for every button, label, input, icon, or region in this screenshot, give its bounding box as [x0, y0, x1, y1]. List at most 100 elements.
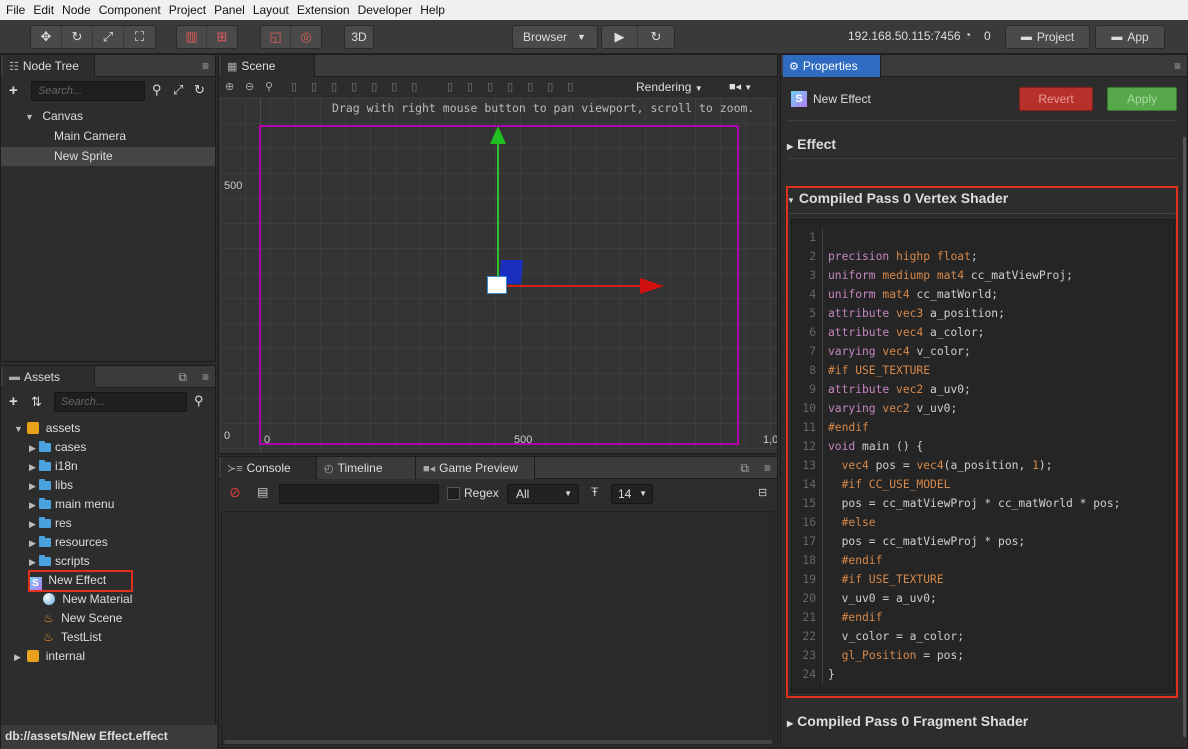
menu-item-project[interactable]: Project — [165, 0, 210, 20]
asset-file-testlist[interactable]: ♨ TestList — [1, 628, 215, 647]
tab-assets[interactable]: ▬ Assets — [3, 366, 95, 388]
rotate-tool-icon[interactable]: ↻ — [62, 26, 93, 48]
y-axis-arrow-icon[interactable] — [490, 126, 506, 144]
menu-item-component[interactable]: Component — [95, 0, 165, 20]
distribute-tools-icon[interactable]: ▯▯▯▯▯▯▯ — [447, 80, 587, 93]
panel-menu-icon[interactable]: ≡ — [764, 461, 771, 475]
tab-properties[interactable]: ⚙ Properties — [783, 55, 881, 77]
asset-folder-scripts[interactable]: ▶ scripts — [1, 552, 215, 571]
asset-file-new-material[interactable]: New Material — [1, 590, 215, 609]
align-tools-icon[interactable]: ▯▯▯▯▯▯▯ — [291, 80, 431, 93]
menu-item-node[interactable]: Node — [58, 0, 95, 20]
asset-search-input[interactable]: Search... — [54, 392, 187, 412]
camera-icon[interactable]: ■◂ ▼ — [729, 80, 752, 93]
add-node-icon[interactable]: + — [9, 82, 18, 99]
clear-console-icon[interactable]: ⊘ — [229, 484, 241, 501]
add-asset-icon[interactable]: + — [9, 393, 18, 410]
vertex-shader-code[interactable]: 1 2 precision highp float; 3 uniform mediump… — [791, 219, 1175, 693]
move-tool-icon[interactable]: ✥ — [31, 26, 62, 48]
properties-scrollbar[interactable] — [1183, 137, 1186, 737]
line-number: 9 — [809, 383, 816, 396]
gizmo-icon[interactable]: ◎ — [291, 26, 321, 48]
tab-scene[interactable]: ▦ Scene — [221, 55, 315, 77]
tab-game-preview[interactable]: ■◂ Game Preview — [417, 457, 535, 479]
font-size-select[interactable]: 14 ▼ — [611, 484, 653, 504]
expand-icon[interactable]: ⤢ — [173, 82, 183, 98]
open-app-button[interactable]: ▬ App — [1095, 25, 1165, 49]
divider — [787, 158, 1177, 159]
tree-item-main-camera[interactable]: Main Camera — [1, 127, 215, 146]
node-search-input[interactable]: Search... — [31, 81, 145, 101]
scale-tool-icon[interactable]: ⤢ — [93, 26, 124, 48]
asset-root-internal[interactable]: ▶ internal — [1, 647, 215, 666]
regex-checkbox[interactable] — [447, 487, 460, 500]
asset-file-new-scene[interactable]: ♨ New Scene — [1, 609, 215, 628]
popout-icon[interactable]: ⧉ — [178, 370, 187, 385]
menu-item-developer[interactable]: Developer — [354, 0, 417, 20]
zoom-in-icon[interactable]: ⊕ — [225, 80, 234, 93]
apply-button[interactable]: Apply — [1107, 87, 1177, 111]
asset-folder-libs[interactable]: ▶ libs — [1, 476, 215, 495]
local-icon[interactable]: ⊞ — [207, 26, 237, 48]
console-filter-input[interactable] — [279, 484, 439, 504]
section-fragment[interactable]: ▶ Compiled Pass 0 Fragment Shader — [787, 709, 1028, 733]
tree-item-canvas[interactable]: ▼ Canvas — [1, 107, 215, 126]
pivot-icon[interactable]: ▥ — [177, 26, 208, 48]
sort-icon[interactable]: ⇅ — [31, 394, 42, 410]
menu-item-edit[interactable]: Edit — [29, 0, 58, 20]
asset-folder-resources[interactable]: ▶ resources — [1, 533, 215, 552]
panel-menu-icon[interactable]: ≡ — [202, 59, 209, 73]
tab-node-tree[interactable]: ☷ Node Tree — [3, 55, 95, 77]
asset-folder-main-menu[interactable]: ▶ main menu — [1, 495, 215, 514]
rect-tool-icon[interactable]: ⛶ — [124, 26, 155, 48]
menu-item-panel[interactable]: Panel — [210, 0, 249, 20]
search-icon[interactable]: ⚲ — [194, 393, 204, 409]
scene-viewport[interactable]: Drag with right mouse button to pan view… — [220, 98, 777, 453]
menu-item-layout[interactable]: Layout — [249, 0, 293, 20]
mode-3d-button[interactable]: 3D — [344, 25, 374, 49]
menu-bar: File Edit Node Component Project Panel Layout E… — [0, 0, 1188, 20]
section-vertex-label: Compiled Pass 0 Vertex Shader — [798, 190, 1009, 206]
snap-icon[interactable]: ◱ — [261, 26, 292, 48]
section-effect[interactable]: ▶ Effect — [787, 132, 836, 156]
x-axis-arrow-icon[interactable] — [640, 278, 664, 294]
asset-folder-cases[interactable]: ▶ cases — [1, 438, 215, 457]
menu-item-file[interactable]: File — [2, 0, 29, 20]
code-line: attribute vec3 a_position; — [828, 307, 1005, 320]
line-number: 24 — [802, 668, 816, 681]
asset-folder-i18n[interactable]: ▶ i18n — [1, 457, 215, 476]
line-number: 2 — [809, 250, 816, 263]
code-line: } — [828, 668, 835, 681]
refresh-icon[interactable]: ↻ — [194, 82, 205, 98]
open-project-button[interactable]: ▬ Project — [1005, 25, 1090, 49]
menu-item-help[interactable]: Help — [416, 0, 449, 20]
y-axis-handle[interactable] — [497, 138, 499, 288]
asset-folder-res[interactable]: ▶ res — [1, 514, 215, 533]
open-log-icon[interactable]: ▤ — [257, 485, 268, 499]
collapse-icon[interactable]: ⊟ — [758, 486, 767, 499]
preview-platform-select[interactable]: Browser ▼ — [512, 25, 598, 49]
properties-tab-label: Properties — [802, 59, 858, 73]
asset-root-assets[interactable]: ▼ assets — [1, 419, 215, 438]
zoom-out-icon[interactable]: ⊖ — [245, 80, 254, 93]
revert-button[interactable]: Revert — [1019, 87, 1093, 111]
refresh-icon[interactable]: ↻ — [638, 26, 674, 48]
x-axis-handle[interactable] — [498, 285, 643, 287]
section-vertex-header[interactable]: ▼ Compiled Pass 0 Vertex Shader — [787, 186, 1008, 210]
panel-menu-icon[interactable]: ≡ — [202, 370, 209, 384]
zoom-reset-icon[interactable]: ⚲ — [265, 80, 273, 93]
sprite-node-icon[interactable] — [487, 276, 507, 294]
tree-item-new-sprite[interactable]: New Sprite — [1, 147, 215, 166]
popout-icon[interactable]: ⧉ — [740, 461, 749, 476]
collapse-arrow-icon: ▶ — [14, 652, 21, 662]
search-icon[interactable]: ⚲ — [152, 82, 162, 98]
tab-console[interactable]: ≻≡ Console — [221, 457, 317, 479]
console-scrollbar[interactable] — [224, 740, 772, 744]
panel-menu-icon[interactable]: ≡ — [1174, 59, 1181, 73]
play-icon[interactable]: ▶ — [602, 26, 639, 48]
rendering-select[interactable]: Rendering ▼ — [636, 80, 703, 94]
tab-timeline[interactable]: ◴ Timeline — [318, 457, 416, 479]
collapse-arrow-icon: ▶ — [29, 538, 36, 548]
log-level-select[interactable]: All ▼ — [507, 484, 579, 504]
menu-item-extension[interactable]: Extension — [293, 0, 354, 20]
